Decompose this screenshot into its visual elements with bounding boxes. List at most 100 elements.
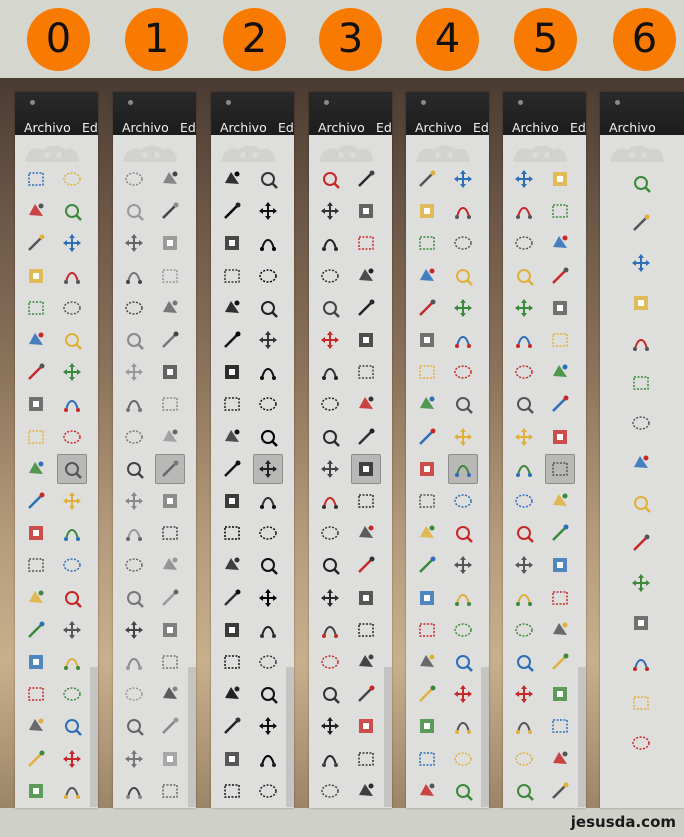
- brightness-icon[interactable]: [448, 744, 478, 774]
- ink-icon[interactable]: [351, 583, 381, 613]
- measure-icon[interactable]: [626, 568, 656, 598]
- ellipse-select-icon[interactable]: [626, 208, 656, 238]
- bucket-fill-icon[interactable]: [351, 486, 381, 516]
- pencil-icon[interactable]: [545, 518, 575, 548]
- color-picker-icon[interactable]: [509, 293, 539, 323]
- scale-icon[interactable]: [545, 389, 575, 419]
- cage-icon[interactable]: [57, 453, 87, 484]
- bucket-fill-icon[interactable]: [57, 486, 87, 516]
- bucket-fill-icon[interactable]: [253, 486, 283, 516]
- levels-icon[interactable]: [315, 711, 345, 741]
- dock-scroll-grip[interactable]: [188, 667, 196, 807]
- color-picker-icon[interactable]: [119, 293, 149, 323]
- move-icon[interactable]: [155, 325, 185, 355]
- rotate-icon[interactable]: [217, 389, 247, 419]
- paths-icon[interactable]: [57, 261, 87, 291]
- color-balance-icon[interactable]: [217, 744, 247, 774]
- perspective-icon[interactable]: [253, 422, 283, 452]
- eraser-icon[interactable]: [253, 550, 283, 580]
- rect-select-icon[interactable]: [509, 164, 539, 194]
- curves-icon[interactable]: [351, 711, 381, 741]
- ellipse-select-icon[interactable]: [57, 164, 87, 194]
- free-select-icon[interactable]: [509, 196, 539, 226]
- curves-icon[interactable]: [57, 711, 87, 741]
- channel-icon[interactable]: [21, 776, 51, 806]
- crop-icon[interactable]: [626, 688, 656, 718]
- airbrush-icon[interactable]: [412, 583, 442, 613]
- fuzzy-select-icon[interactable]: [448, 196, 478, 226]
- heal-icon[interactable]: [155, 615, 185, 645]
- ink-icon[interactable]: [448, 583, 478, 613]
- color-select-icon[interactable]: [509, 228, 539, 258]
- airbrush-icon[interactable]: [217, 583, 247, 613]
- menu-edit[interactable]: Edi: [180, 120, 196, 135]
- color-picker-icon[interactable]: [626, 488, 656, 518]
- menu-file[interactable]: Archivo: [609, 120, 656, 135]
- menu-edit[interactable]: Edi: [570, 120, 586, 135]
- perspective-icon[interactable]: [57, 422, 87, 452]
- clone-icon[interactable]: [412, 615, 442, 645]
- rect-select-icon[interactable]: [119, 164, 149, 194]
- free-select-icon[interactable]: [315, 196, 345, 226]
- move-icon[interactable]: [57, 325, 87, 355]
- ink-icon[interactable]: [545, 583, 575, 613]
- crop-icon[interactable]: [253, 357, 283, 387]
- perspective-clone-icon[interactable]: [412, 647, 442, 677]
- fuzzy-select-icon[interactable]: [545, 196, 575, 226]
- color-select-icon[interactable]: [412, 228, 442, 258]
- gegl-icon[interactable]: [57, 776, 87, 806]
- color-balance-icon[interactable]: [509, 744, 539, 774]
- curves-icon[interactable]: [448, 711, 478, 741]
- perspective-clone-icon[interactable]: [119, 647, 149, 677]
- paths-icon[interactable]: [626, 448, 656, 478]
- pencil-icon[interactable]: [448, 518, 478, 548]
- move-icon[interactable]: [253, 325, 283, 355]
- free-select-icon[interactable]: [217, 196, 247, 226]
- smudge-icon[interactable]: [509, 679, 539, 709]
- measure-icon[interactable]: [412, 325, 442, 355]
- blur-icon[interactable]: [57, 647, 87, 677]
- move-icon[interactable]: [545, 325, 575, 355]
- heal-icon[interactable]: [545, 615, 575, 645]
- rotate-icon[interactable]: [509, 389, 539, 419]
- smudge-icon[interactable]: [217, 679, 247, 709]
- text-icon[interactable]: [119, 486, 149, 516]
- bucket-fill-icon[interactable]: [448, 486, 478, 516]
- paths-icon[interactable]: [448, 261, 478, 291]
- clone-icon[interactable]: [119, 615, 149, 645]
- scissors-select-icon[interactable]: [253, 228, 283, 258]
- shear-icon[interactable]: [217, 422, 247, 452]
- perspective-icon[interactable]: [545, 422, 575, 452]
- ink-icon[interactable]: [155, 583, 185, 613]
- text-icon[interactable]: [21, 486, 51, 516]
- airbrush-icon[interactable]: [119, 583, 149, 613]
- ellipse-select-icon[interactable]: [253, 164, 283, 194]
- fuzzy-select-icon[interactable]: [155, 196, 185, 226]
- eraser-icon[interactable]: [57, 550, 87, 580]
- rect-select-icon[interactable]: [21, 164, 51, 194]
- channel-icon[interactable]: [315, 776, 345, 806]
- measure-icon[interactable]: [509, 325, 539, 355]
- gegl-icon[interactable]: [351, 776, 381, 806]
- ellipse-select-icon[interactable]: [155, 164, 185, 194]
- foreground-select-icon[interactable]: [626, 408, 656, 438]
- dodge-burn-icon[interactable]: [545, 679, 575, 709]
- scale-icon[interactable]: [351, 389, 381, 419]
- cage-icon[interactable]: [448, 453, 478, 484]
- text-icon[interactable]: [217, 486, 247, 516]
- rect-select-icon[interactable]: [217, 164, 247, 194]
- zoom-icon[interactable]: [626, 528, 656, 558]
- color-select-icon[interactable]: [217, 228, 247, 258]
- brightness-icon[interactable]: [253, 744, 283, 774]
- align-icon[interactable]: [119, 357, 149, 387]
- ink-icon[interactable]: [57, 583, 87, 613]
- gegl-icon[interactable]: [253, 776, 283, 806]
- clone-icon[interactable]: [315, 615, 345, 645]
- measure-icon[interactable]: [119, 325, 149, 355]
- scissors-select-icon[interactable]: [545, 228, 575, 258]
- blur-icon[interactable]: [351, 647, 381, 677]
- ellipse-select-icon[interactable]: [448, 164, 478, 194]
- color-picker-icon[interactable]: [315, 293, 345, 323]
- scale-icon[interactable]: [253, 389, 283, 419]
- paths-icon[interactable]: [155, 261, 185, 291]
